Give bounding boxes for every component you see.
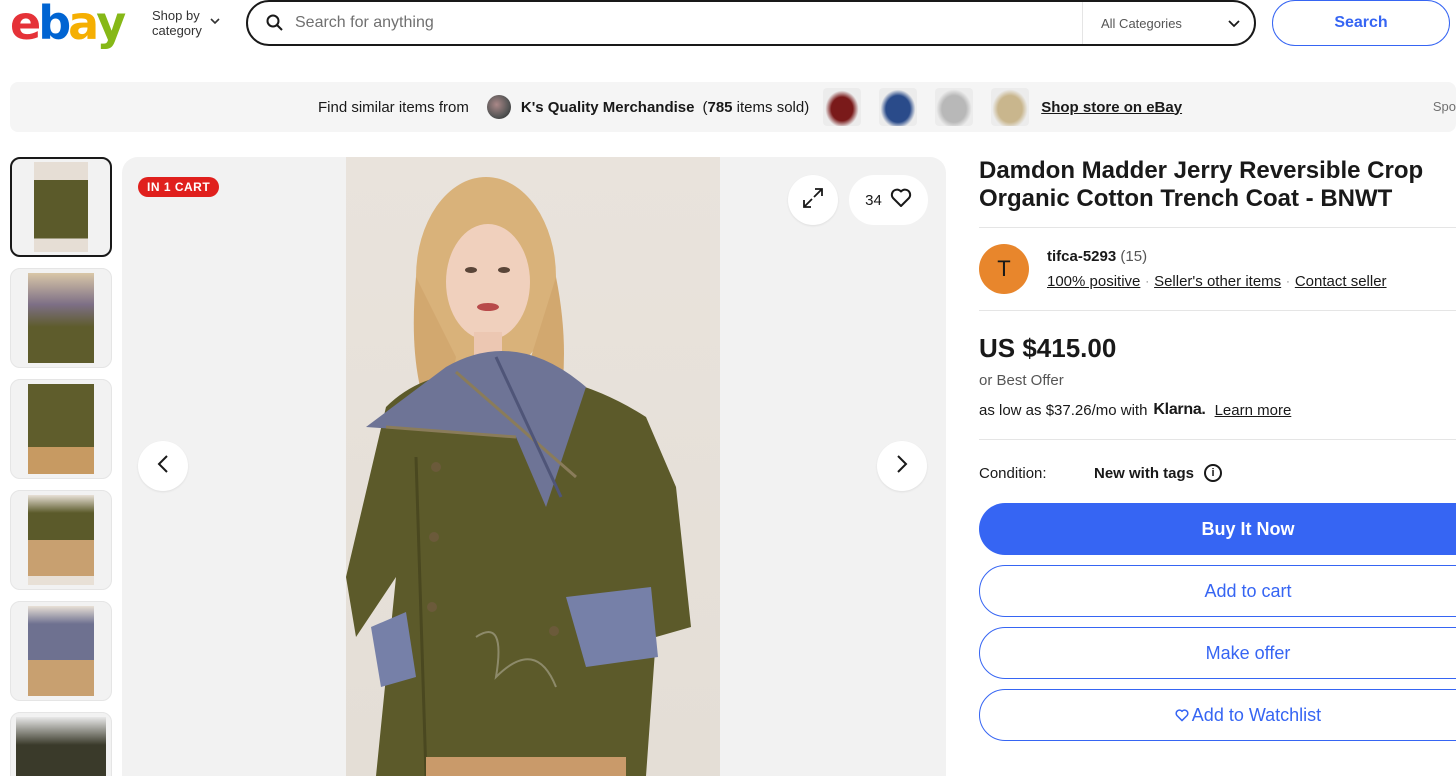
- next-image-button[interactable]: [877, 441, 927, 491]
- main-image-viewer[interactable]: IN 1 CART 34: [122, 157, 946, 776]
- heart-icon: [1175, 708, 1189, 722]
- klarna-logo: Klarna.: [1153, 401, 1206, 418]
- chevron-right-icon: [896, 454, 908, 479]
- make-offer-button[interactable]: Make offer: [979, 627, 1456, 679]
- divider: [979, 227, 1456, 228]
- info-icon[interactable]: i: [1204, 464, 1223, 482]
- thumbnail-3[interactable]: [10, 379, 112, 479]
- seller-name-row: tifca-5293 (15): [1047, 248, 1387, 265]
- chevron-down-icon: [210, 15, 220, 30]
- klarna-prefix: as low as $37.26/mo with: [979, 401, 1148, 419]
- seller-card: T tifca-5293 (15) 100% positive · Seller…: [979, 244, 1456, 294]
- shop-by-line1: Shop by: [152, 8, 200, 23]
- item-price: US $415.00: [979, 333, 1117, 363]
- seller-other-items-link[interactable]: Seller's other items: [1154, 273, 1281, 290]
- search-button[interactable]: Search: [1272, 0, 1450, 46]
- separator-dot: ·: [1145, 275, 1150, 288]
- chevron-down-icon: [1228, 16, 1240, 31]
- divider: [979, 439, 1456, 440]
- store-item-thumbnails: [823, 88, 1030, 126]
- add-to-cart-button[interactable]: Add to cart: [979, 565, 1456, 617]
- logo-letter-y: y: [96, 0, 126, 50]
- seller-info: tifca-5293 (15) 100% positive · Seller's…: [1047, 244, 1387, 290]
- seller-positive-link[interactable]: 100% positive: [1047, 273, 1140, 290]
- best-offer-text: or Best Offer: [979, 372, 1064, 389]
- thumbnail-5[interactable]: [10, 601, 112, 701]
- thumbnail-6[interactable]: [10, 712, 112, 776]
- add-to-watchlist-button[interactable]: Add to Watchlist: [979, 689, 1456, 741]
- thumbnail-4[interactable]: [10, 490, 112, 590]
- product-photo: [346, 157, 720, 776]
- logo-letter-b: b: [38, 0, 71, 50]
- divider: [979, 310, 1456, 311]
- klarna-row: as low as $37.26/mo with Klarna. Learn m…: [979, 401, 1456, 419]
- in-cart-badge: IN 1 CART: [138, 177, 220, 197]
- previous-image-button[interactable]: [138, 441, 188, 491]
- shop-by-label: Shop by category: [152, 8, 202, 38]
- buy-it-now-button[interactable]: Buy It Now: [979, 503, 1456, 555]
- seller-avatar[interactable]: T: [979, 244, 1029, 294]
- condition-value: New with tags: [1094, 464, 1195, 482]
- shop-by-line2: category: [152, 23, 202, 38]
- search-input[interactable]: [295, 14, 1055, 32]
- category-select[interactable]: All Categories: [1082, 2, 1254, 44]
- klarna-learn-more-link[interactable]: Learn more: [1215, 402, 1292, 419]
- chevron-left-icon: [157, 454, 169, 479]
- search-bar: All Categories: [246, 0, 1256, 46]
- logo-letter-a: a: [68, 0, 99, 50]
- thumbnail-2[interactable]: [10, 268, 112, 368]
- shop-store-link[interactable]: Shop store on eBay: [1041, 99, 1182, 116]
- sold-count: 785: [707, 98, 733, 116]
- watch-count: 34: [865, 191, 882, 209]
- listing-details: Damdon Madder Jerry Reversible Crop Orga…: [979, 157, 1456, 741]
- watchlist-label: Add to Watchlist: [1191, 704, 1322, 725]
- item-title: Damdon Madder Jerry Reversible Crop Orga…: [979, 157, 1424, 212]
- category-select-label: All Categories: [1101, 15, 1182, 31]
- condition-row: Condition: New with tags i: [979, 464, 1456, 482]
- contact-seller-link[interactable]: Contact seller: [1295, 273, 1387, 290]
- items-sold: (785 items sold): [702, 99, 809, 116]
- expand-button[interactable]: [788, 175, 838, 225]
- store-avatar[interactable]: [486, 95, 511, 119]
- store-banner: Find similar items from K's Quality Merc…: [10, 82, 1456, 132]
- thumbnail-1[interactable]: [10, 157, 112, 257]
- watch-count-button[interactable]: 34: [849, 175, 928, 225]
- seller-name[interactable]: tifca-5293: [1047, 248, 1116, 265]
- search-icon: [265, 13, 285, 33]
- expand-icon: [801, 186, 825, 215]
- store-item-thumb[interactable]: [991, 88, 1030, 126]
- shop-by-category[interactable]: Shop by category: [152, 8, 220, 38]
- thumbnail-list: [10, 157, 113, 776]
- seller-feedback-count: (15): [1120, 248, 1148, 265]
- seller-links: 100% positive · Seller's other items · C…: [1047, 273, 1387, 290]
- find-similar-text: Find similar items from: [318, 98, 469, 116]
- store-item-thumb[interactable]: [879, 88, 918, 126]
- sponsored-label: Spo: [1432, 99, 1456, 114]
- store-item-thumb[interactable]: [823, 88, 862, 126]
- sold-suffix: items sold): [732, 98, 810, 116]
- condition-label: Condition:: [979, 464, 1047, 482]
- store-name[interactable]: K's Quality Merchandise: [521, 99, 695, 116]
- heart-icon: [890, 188, 912, 212]
- ebay-logo[interactable]: e b a y: [10, 0, 138, 46]
- store-item-thumb[interactable]: [935, 88, 974, 126]
- separator-dot: ·: [1286, 275, 1290, 288]
- logo-letter-e: e: [10, 0, 41, 50]
